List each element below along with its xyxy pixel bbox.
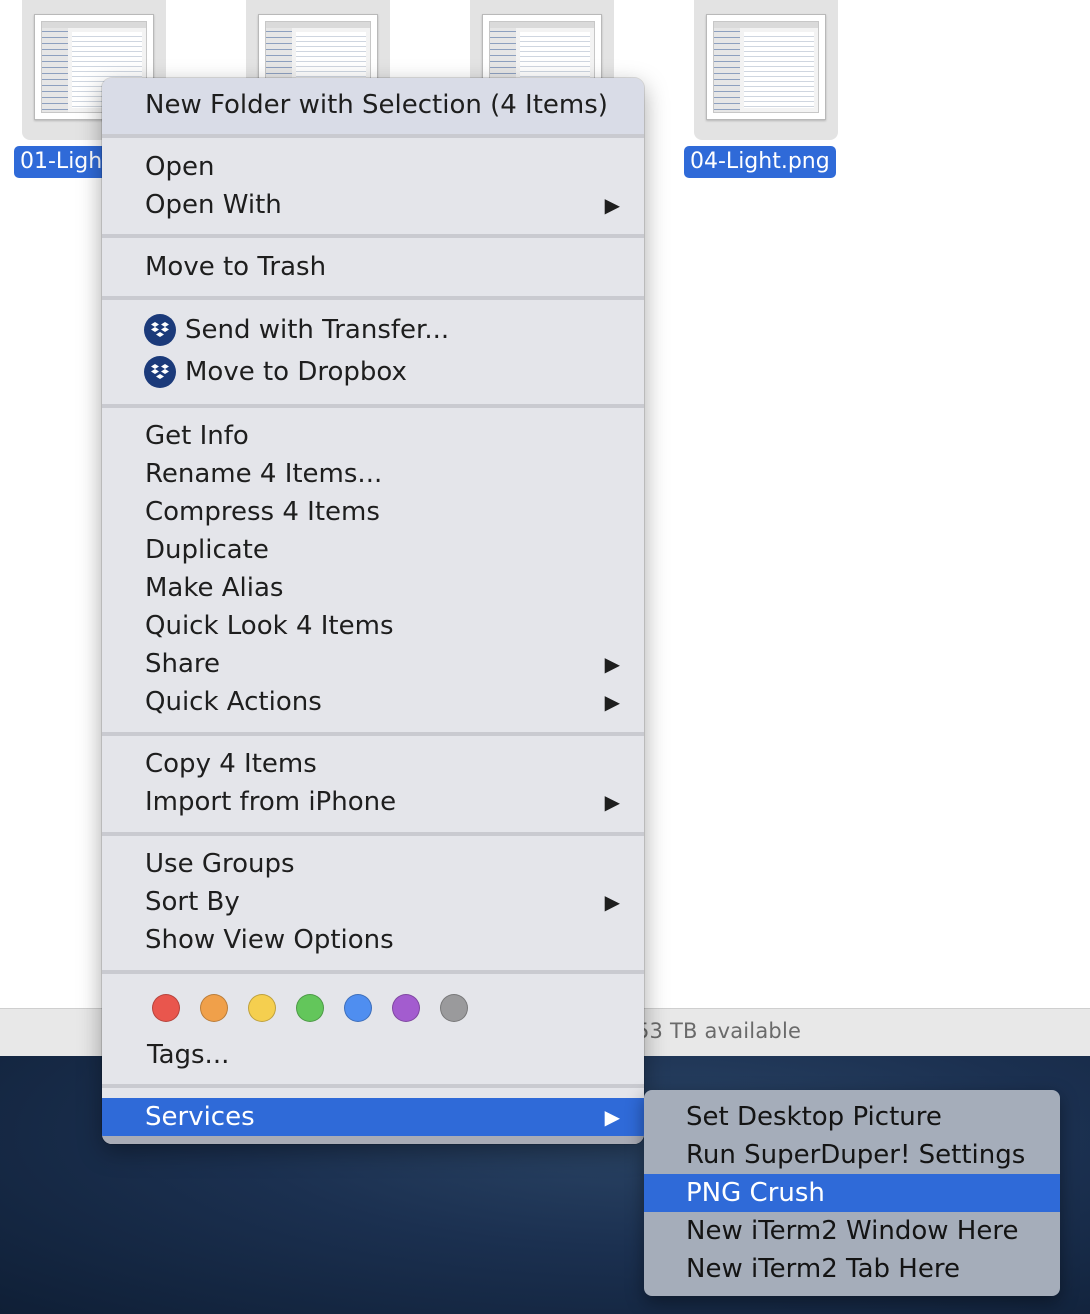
menu-item-open[interactable]: Open [102,148,644,186]
file-icon-04[interactable] [694,0,838,140]
service-new-iterm2-window[interactable]: New iTerm2 Window Here [644,1212,1060,1250]
menu-item-rename[interactable]: Rename 4 Items... [102,455,644,493]
file-label-04[interactable]: 04-Light.png [684,146,836,178]
menu-item-move-to-trash[interactable]: Move to Trash [102,248,644,286]
service-new-iterm2-tab[interactable]: New iTerm2 Tab Here [644,1250,1060,1288]
services-submenu: Set Desktop Picture Run SuperDuper! Sett… [644,1090,1060,1296]
dropbox-icon [144,356,176,388]
dropbox-icon [144,314,176,346]
menu-item-tags[interactable]: Tags... [102,1036,644,1074]
submenu-arrow-icon: ▶ [604,193,620,217]
menu-separator [102,832,644,836]
menu-item-duplicate[interactable]: Duplicate [102,531,644,569]
disk-space-status: 53 TB available [636,1019,802,1043]
submenu-arrow-icon: ▶ [604,652,620,676]
menu-item-share[interactable]: Share ▶ [102,645,644,683]
menu-item-show-view-options[interactable]: Show View Options [102,921,644,959]
menu-item-sort-by[interactable]: Sort By ▶ [102,883,644,921]
menu-item-move-to-dropbox[interactable]: Move to Dropbox [102,353,644,391]
menu-item-compress[interactable]: Compress 4 Items [102,493,644,531]
context-menu: New Folder with Selection (4 Items) Open… [102,78,644,1144]
submenu-arrow-icon: ▶ [604,890,620,914]
service-set-desktop-picture[interactable]: Set Desktop Picture [644,1098,1060,1136]
menu-separator [102,134,644,138]
service-png-crush[interactable]: PNG Crush [644,1174,1060,1212]
tag-blue-dot[interactable] [344,994,372,1022]
menu-item-import-from-iphone[interactable]: Import from iPhone ▶ [102,783,644,821]
menu-item-make-alias[interactable]: Make Alias [102,569,644,607]
menu-separator [102,296,644,300]
menu-separator [102,970,644,974]
service-run-superduper-settings[interactable]: Run SuperDuper! Settings [644,1136,1060,1174]
menu-item-services[interactable]: Services ▶ [102,1098,644,1136]
menu-item-new-folder[interactable]: New Folder with Selection (4 Items) [102,86,644,124]
menu-item-copy[interactable]: Copy 4 Items [102,745,644,783]
submenu-arrow-icon: ▶ [604,1105,620,1129]
menu-separator [102,404,644,408]
menu-item-quick-look[interactable]: Quick Look 4 Items [102,607,644,645]
tag-purple-dot[interactable] [392,994,420,1022]
tag-green-dot[interactable] [296,994,324,1022]
menu-separator [102,234,644,238]
submenu-arrow-icon: ▶ [604,790,620,814]
menu-item-use-groups[interactable]: Use Groups [102,845,644,883]
menu-item-quick-actions[interactable]: Quick Actions ▶ [102,683,644,721]
menu-bottom-edge [102,1136,644,1144]
tag-red-dot[interactable] [152,994,180,1022]
submenu-arrow-icon: ▶ [604,690,620,714]
menu-item-get-info[interactable]: Get Info [102,417,644,455]
tag-yellow-dot[interactable] [248,994,276,1022]
menu-item-open-with[interactable]: Open With ▶ [102,186,644,224]
menu-separator [102,1084,644,1088]
menu-item-send-with-transfer[interactable]: Send with Transfer... [102,311,644,349]
tag-orange-dot[interactable] [200,994,228,1022]
file-label-01[interactable]: 01-Ligh [14,146,110,178]
tag-gray-dot[interactable] [440,994,468,1022]
file-thumbnail [706,14,826,120]
menu-separator [102,732,644,736]
